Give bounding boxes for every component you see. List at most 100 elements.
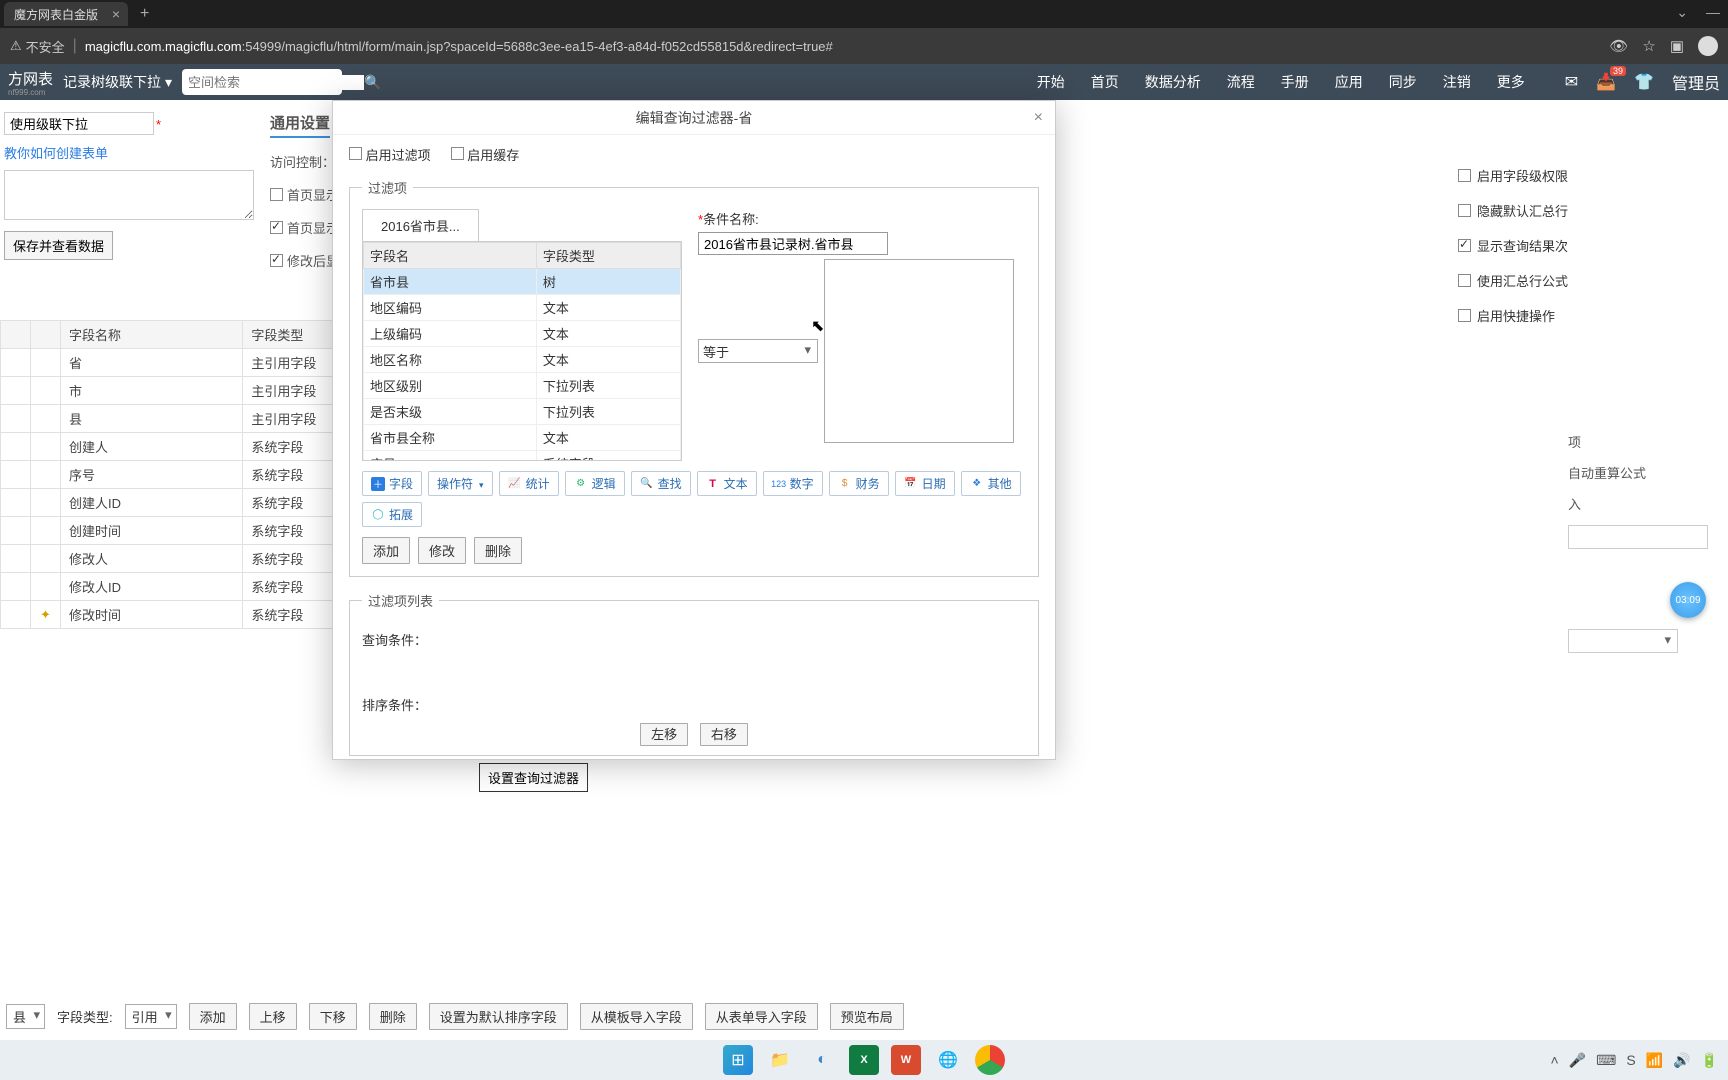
cond-add-button[interactable]: 添加 bbox=[362, 537, 410, 564]
minimize-icon[interactable]: — bbox=[1706, 4, 1720, 21]
tb-find[interactable]: 🔍查找 bbox=[631, 471, 691, 496]
close-tab-icon[interactable]: × bbox=[112, 6, 120, 22]
search-input[interactable] bbox=[188, 75, 364, 90]
system-tray[interactable]: ˄ 🎤 ⌨ S 📶 🔊 🔋 bbox=[1551, 1052, 1719, 1069]
avatar-icon[interactable] bbox=[1698, 36, 1718, 56]
nav-flow[interactable]: 流程 bbox=[1227, 72, 1255, 92]
field-row[interactable]: 序号系统字段 bbox=[364, 451, 681, 462]
search-icon[interactable]: 🔍 bbox=[364, 74, 381, 91]
field-row[interactable]: 地区名称文本 bbox=[364, 347, 681, 373]
help-link[interactable]: 教你如何创建表单 bbox=[4, 143, 264, 162]
table-tab[interactable]: 2016省市县... bbox=[362, 209, 479, 241]
start-button[interactable]: ⊞ bbox=[723, 1045, 753, 1075]
form-name-input[interactable] bbox=[4, 112, 154, 135]
form-desc-textarea[interactable] bbox=[4, 170, 254, 220]
nav-logout[interactable]: 注销 bbox=[1443, 72, 1471, 92]
mail-icon[interactable]: ✉ bbox=[1565, 72, 1578, 92]
nav-data[interactable]: 数据分析 bbox=[1145, 72, 1201, 92]
field-row[interactable]: 上级编码文本 bbox=[364, 321, 681, 347]
tb-field[interactable]: ＋字段 bbox=[362, 471, 422, 496]
chk-show-query[interactable] bbox=[1458, 239, 1471, 252]
field-row[interactable]: 地区级别下拉列表 bbox=[364, 373, 681, 399]
far-right-combo[interactable] bbox=[1568, 629, 1678, 653]
tb-num[interactable]: 123数字 bbox=[763, 471, 823, 496]
enable-filter-checkbox[interactable]: 启用过滤项 bbox=[349, 145, 431, 164]
import-tpl-button[interactable]: 从模板导入字段 bbox=[580, 1003, 693, 1030]
move-right-button[interactable]: 右移 bbox=[700, 723, 748, 746]
field-row[interactable]: 是否末级下拉列表 bbox=[364, 399, 681, 425]
cond-delete-button[interactable]: 删除 bbox=[474, 537, 522, 564]
set-query-filter-button[interactable]: 设置查询过滤器 bbox=[479, 763, 588, 792]
explorer-icon[interactable]: 📁 bbox=[765, 1045, 795, 1075]
move-down-button[interactable]: 下移 bbox=[309, 1003, 357, 1030]
field-name-combo[interactable]: 县 bbox=[6, 1004, 45, 1029]
keyboard-icon[interactable]: ⌨ bbox=[1596, 1052, 1616, 1069]
nav-manual[interactable]: 手册 bbox=[1281, 72, 1309, 92]
cond-modify-button[interactable]: 修改 bbox=[418, 537, 466, 564]
excel-icon[interactable]: X bbox=[849, 1045, 879, 1075]
insecure-badge[interactable]: ⚠ 不安全 bbox=[10, 37, 65, 56]
nav-start[interactable]: 开始 bbox=[1037, 72, 1065, 92]
chk-sum-formula[interactable] bbox=[1458, 274, 1471, 287]
field-list-table[interactable]: 字段名字段类型 省市县树地区编码文本上级编码文本地区名称文本地区级别下拉列表是否… bbox=[362, 241, 682, 461]
tb-operator[interactable]: 操作符 bbox=[428, 471, 493, 496]
cond-value-box[interactable] bbox=[824, 259, 1014, 443]
field-row[interactable]: 地区编码文本 bbox=[364, 295, 681, 321]
move-left-button[interactable]: 左移 bbox=[640, 723, 688, 746]
preview-layout-button[interactable]: 预览布局 bbox=[830, 1003, 904, 1030]
shirt-icon[interactable]: 👕 bbox=[1634, 72, 1654, 92]
delete-field-button[interactable]: 删除 bbox=[369, 1003, 417, 1030]
move-up-button[interactable]: 上移 bbox=[249, 1003, 297, 1030]
extensions-icon[interactable]: ▣ bbox=[1670, 37, 1684, 55]
app-logo[interactable]: 方网表 nf999.com bbox=[8, 68, 53, 97]
save-view-button[interactable]: 保存并查看数据 bbox=[4, 231, 113, 260]
browser-tab[interactable]: 魔方网表白金版 × bbox=[4, 2, 128, 26]
checkbox-home1[interactable] bbox=[270, 188, 283, 201]
input-method-icon[interactable]: S bbox=[1626, 1052, 1635, 1068]
edge-icon[interactable]: ◐ bbox=[807, 1045, 837, 1075]
tb-text[interactable]: T文本 bbox=[697, 471, 757, 496]
enable-cache-checkbox[interactable]: 启用缓存 bbox=[451, 145, 520, 164]
nav-sync[interactable]: 同步 bbox=[1389, 72, 1417, 92]
tb-date[interactable]: 📅日期 bbox=[895, 471, 955, 496]
close-icon[interactable]: × bbox=[1034, 109, 1043, 127]
url-display[interactable]: magicflu.com.magicflu.com:54999/magicflu… bbox=[85, 39, 833, 54]
tb-fin[interactable]: $财务 bbox=[829, 471, 889, 496]
tb-stat[interactable]: 📈统计 bbox=[499, 471, 559, 496]
breadcrumb[interactable]: 记录树级联下拉 ▾ bbox=[63, 72, 172, 92]
field-row[interactable]: 省市县全称文本 bbox=[364, 425, 681, 451]
add-field-button[interactable]: 添加 bbox=[189, 1003, 237, 1030]
chrome-icon[interactable] bbox=[975, 1045, 1005, 1075]
operator-select[interactable]: 等于 bbox=[698, 339, 818, 363]
nav-more[interactable]: 更多 bbox=[1497, 72, 1525, 92]
browser2-icon[interactable]: 🌐 bbox=[933, 1045, 963, 1075]
inbox-icon[interactable]: 📥39 bbox=[1596, 72, 1616, 92]
nav-app[interactable]: 应用 bbox=[1335, 72, 1363, 92]
nav-home[interactable]: 首页 bbox=[1091, 72, 1119, 92]
recording-timer[interactable]: 03:09 bbox=[1670, 582, 1706, 618]
eye-off-icon[interactable]: 👁 bbox=[1609, 37, 1628, 55]
set-default-sort-button[interactable]: 设置为默认排序字段 bbox=[429, 1003, 568, 1030]
new-tab-button[interactable]: + bbox=[140, 5, 149, 23]
chevron-down-icon[interactable]: ⌄ bbox=[1676, 4, 1688, 21]
admin-label[interactable]: 管理员 bbox=[1672, 70, 1720, 94]
wifi-icon[interactable]: 📶 bbox=[1646, 1052, 1663, 1069]
chk-hide-sum[interactable] bbox=[1458, 204, 1471, 217]
wps-icon[interactable]: W bbox=[891, 1045, 921, 1075]
star-icon[interactable]: ☆ bbox=[1642, 37, 1655, 55]
tb-logic[interactable]: ⚙逻辑 bbox=[565, 471, 625, 496]
far-right-input[interactable] bbox=[1568, 525, 1708, 549]
tb-ext[interactable]: ◯拓展 bbox=[362, 502, 422, 527]
chk-field-perm[interactable] bbox=[1458, 169, 1471, 182]
field-row[interactable]: 省市县树 bbox=[364, 269, 681, 295]
volume-icon[interactable]: 🔊 bbox=[1673, 1052, 1690, 1069]
space-search[interactable]: 🔍 bbox=[182, 69, 342, 95]
tb-other[interactable]: ❖其他 bbox=[961, 471, 1021, 496]
field-type-combo[interactable]: 引用 bbox=[125, 1004, 177, 1029]
cond-name-input[interactable] bbox=[698, 232, 888, 255]
import-form-button[interactable]: 从表单导入字段 bbox=[705, 1003, 818, 1030]
tray-chevron-icon[interactable]: ˄ bbox=[1551, 1052, 1559, 1068]
battery-icon[interactable]: 🔋 bbox=[1701, 1052, 1718, 1069]
checkbox-home2[interactable] bbox=[270, 221, 283, 234]
checkbox-modify[interactable] bbox=[270, 254, 283, 267]
